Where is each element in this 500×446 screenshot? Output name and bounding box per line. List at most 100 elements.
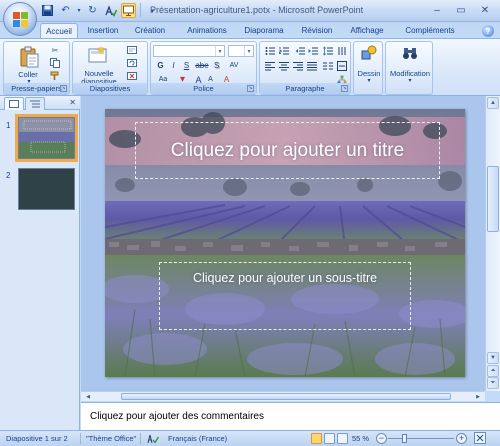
notes-pane[interactable]: Cliquez pour ajouter des commentaires [81, 402, 500, 430]
horizontal-scrollbar[interactable]: ◀ ▶ [81, 391, 485, 401]
paragraph-launcher-icon[interactable]: ↘ [341, 85, 348, 92]
font-launcher-icon[interactable]: ↘ [247, 85, 254, 92]
outline-tab-icon[interactable] [25, 97, 45, 110]
maximize-icon[interactable]: ▭ [450, 3, 472, 18]
columns-icon[interactable] [322, 60, 333, 71]
vertical-scrollbar[interactable]: ▲ ▼ ⏶ ⏷ [485, 96, 500, 391]
group-paragraph: Paragraphe ↘ [259, 41, 351, 95]
bold-button[interactable]: G [155, 60, 166, 71]
horizontal-scroll-thumb[interactable] [121, 393, 451, 400]
slide-canvas[interactable]: Cliquez pour ajouter un titre Cliquez po… [105, 109, 465, 377]
font-name-dropdown[interactable]: ▾ [153, 45, 225, 57]
slide-number: 2 [6, 171, 11, 180]
svg-text:S: S [214, 61, 219, 70]
font-size-dropdown[interactable]: ▾ [228, 45, 254, 57]
redo-icon[interactable]: ↻ [85, 3, 100, 18]
decrease-indent-icon[interactable] [294, 45, 305, 56]
align-left-icon[interactable] [264, 60, 275, 71]
group-label-slides: Diapositives [73, 83, 147, 94]
align-text-icon[interactable] [336, 60, 347, 71]
undo-icon[interactable]: ↶ [58, 3, 73, 18]
tab-revision[interactable]: Révision [297, 23, 337, 39]
status-separator [140, 433, 141, 444]
delete-slide-icon[interactable] [127, 71, 137, 81]
minimize-icon[interactable]: – [426, 3, 448, 18]
spelling-check-icon[interactable] [147, 434, 160, 446]
scroll-left-icon[interactable]: ◀ [83, 392, 93, 401]
underline-button[interactable]: S [181, 60, 192, 71]
thumbnail-image [19, 118, 74, 158]
subtitle-placeholder[interactable]: Cliquez pour ajouter un sous-titre [159, 262, 411, 330]
title-placeholder[interactable]: Cliquez pour ajouter un titre [135, 122, 440, 179]
window-title: Présentation-agriculture1.potx - Microso… [150, 5, 364, 15]
tab-insertion[interactable]: Insertion [84, 23, 122, 39]
tab-affichage[interactable]: Affichage [346, 23, 388, 39]
slideshow-view-icon[interactable] [337, 433, 348, 444]
slideshow-icon[interactable] [121, 3, 136, 18]
new-slide-icon[interactable] [87, 45, 109, 65]
ribbon: Coller ▾ ✂ Presse-papiers ↘ Nouvelle dia… [0, 38, 500, 96]
shadow-button[interactable]: SS [213, 60, 224, 71]
text-direction-icon[interactable] [336, 45, 347, 56]
strikethrough-button[interactable]: abe [194, 60, 210, 71]
scroll-up-icon[interactable]: ▲ [487, 97, 499, 109]
numbering-icon[interactable] [278, 45, 289, 56]
group-font: ▾ ▾ G I S abe SS AV Aa ▾ A A A Police ↘ [150, 41, 257, 95]
reset-slide-icon[interactable] [127, 58, 137, 68]
tab-accueil[interactable]: Accueil [40, 23, 78, 39]
zoom-slider-knob[interactable] [402, 434, 407, 443]
paste-icon[interactable] [18, 46, 40, 68]
status-bar: Diapositive 1 sur 2 "Thème Office" Franç… [0, 430, 500, 446]
slide-editing-area: Cliquez pour ajouter un titre Cliquez po… [81, 96, 485, 391]
language[interactable]: Français (France) [168, 434, 227, 443]
save-icon[interactable] [40, 3, 55, 18]
zoom-out-icon[interactable]: − [376, 433, 387, 444]
tab-animations[interactable]: Animations [184, 23, 230, 39]
char-spacing-button[interactable]: AV [227, 60, 241, 71]
close-pane-icon[interactable]: ✕ [69, 98, 76, 107]
help-icon[interactable]: ? [482, 25, 494, 37]
scroll-down-icon[interactable]: ▼ [487, 352, 499, 364]
zoom-in-icon[interactable]: + [456, 433, 467, 444]
copy-icon[interactable] [50, 58, 60, 68]
notes-placeholder[interactable]: Cliquez pour ajouter des commentaires [90, 411, 264, 422]
line-spacing-icon[interactable] [322, 45, 333, 56]
close-icon[interactable]: ✕ [474, 3, 496, 18]
scroll-thumb[interactable] [487, 166, 499, 232]
font-size-arrow-icon: ▾ [244, 46, 253, 56]
zoom-slider[interactable] [388, 434, 454, 443]
tab-diaporama[interactable]: Diaporama [241, 23, 287, 39]
bullets-icon[interactable] [264, 45, 275, 56]
increase-indent-icon[interactable] [307, 45, 318, 56]
clipboard-launcher-icon[interactable]: ↘ [60, 85, 67, 92]
next-slide-icon[interactable]: ⏷ [487, 377, 499, 389]
office-button[interactable] [3, 2, 37, 36]
slide-sorter-icon[interactable] [324, 433, 335, 444]
format-painter-icon[interactable] [50, 71, 60, 81]
fit-to-window-icon[interactable] [474, 432, 486, 446]
italic-button[interactable]: I [168, 60, 179, 71]
group-editing[interactable]: Modification ▾ [385, 41, 433, 95]
normal-view-icon[interactable] [311, 433, 322, 444]
tab-complements[interactable]: Compléments [400, 23, 460, 39]
undo-dropdown-icon[interactable]: ▾ [76, 3, 82, 18]
tab-creation[interactable]: Création [131, 23, 169, 39]
group-drawing[interactable]: Dessin ▾ [353, 41, 383, 95]
group-clipboard: Coller ▾ ✂ Presse-papiers ↘ [3, 41, 70, 95]
slide-thumbnail-1[interactable] [15, 114, 78, 162]
drawing-dropdown-icon: ▾ [367, 78, 371, 84]
slides-tab-icon[interactable] [4, 97, 24, 110]
thumbnail-image [19, 169, 74, 209]
quick-access-toolbar: ↶ ▾ ↻ ▾ [40, 3, 160, 18]
group-label-paragraph: Paragraphe [260, 83, 350, 94]
slide-layout-icon[interactable] [127, 45, 137, 55]
align-right-icon[interactable] [292, 60, 303, 71]
spelling-icon[interactable] [103, 3, 118, 18]
scroll-right-icon[interactable]: ▶ [473, 392, 483, 401]
cut-icon[interactable]: ✂ [50, 45, 60, 55]
justify-icon[interactable] [306, 60, 317, 71]
previous-slide-icon[interactable]: ⏶ [487, 365, 499, 377]
align-center-icon[interactable] [278, 60, 289, 71]
slide-thumbnail-2[interactable] [18, 168, 75, 210]
zoom-level[interactable]: 55 % [352, 434, 369, 443]
